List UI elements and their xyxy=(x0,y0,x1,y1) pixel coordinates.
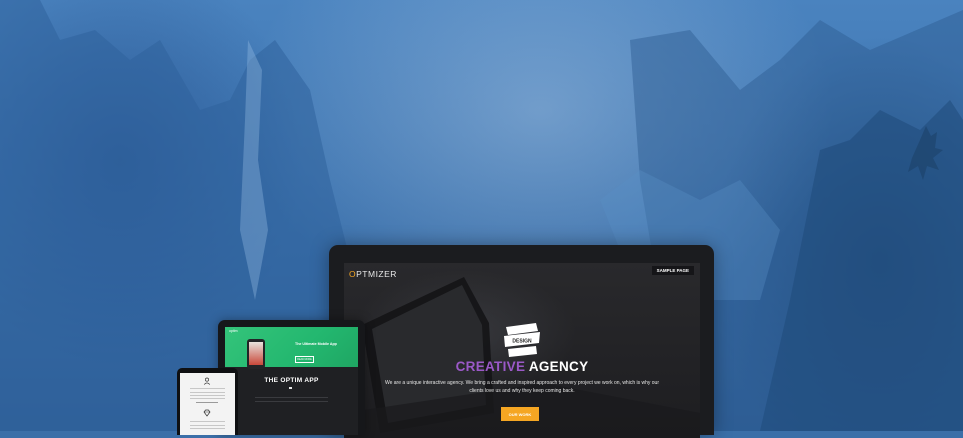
phone-in-hand-image xyxy=(247,339,265,369)
desktop-mockup: OPTMIZER SAMPLE PAGE DESIGN CREATIVE AGE… xyxy=(329,245,714,438)
user-icon xyxy=(203,377,211,385)
phone-separator xyxy=(196,402,218,403)
tablet-hero-section: optim The Ultimate Mobile App READ MORE xyxy=(225,327,358,369)
tablet-logo[interactable]: optim xyxy=(229,329,238,333)
phone-label-line xyxy=(190,388,225,389)
tablet-title-divider xyxy=(289,387,292,389)
phone-text-line xyxy=(190,395,225,396)
tablet-headline: The Ultimate Mobile App xyxy=(295,342,337,346)
hero-title-accent: CREATIVE xyxy=(455,359,526,374)
hero-title-rest: AGENCY xyxy=(528,359,589,374)
desktop-screen: OPTMIZER SAMPLE PAGE DESIGN CREATIVE AGE… xyxy=(344,263,700,438)
our-work-button[interactable]: OUR WORK xyxy=(501,407,539,421)
phone-text-line xyxy=(190,428,225,429)
tablet-headline-part1: The Ultimate xyxy=(295,342,317,346)
phone-screen xyxy=(180,373,235,435)
phone-mockup xyxy=(177,368,238,435)
phone-text-line xyxy=(190,398,225,399)
tablet-subheadline-placeholder xyxy=(295,347,296,351)
badge-text: DESIGN xyxy=(512,339,532,345)
diamond-icon xyxy=(203,409,211,417)
phone-label-line xyxy=(190,421,225,422)
tablet-text-line xyxy=(255,401,328,402)
logo-text: PTMIZER xyxy=(356,269,397,279)
tablet-headline-bold: Mobile xyxy=(317,342,329,346)
hero-description: We are a unique interactive agency. We b… xyxy=(384,380,660,394)
tablet-text-line xyxy=(255,397,328,398)
sample-page-button[interactable]: SAMPLE PAGE xyxy=(651,266,694,275)
tablet-mockup: optim The Ultimate Mobile App READ MORE … xyxy=(218,320,365,435)
design-ribbon-badge: DESIGN xyxy=(504,323,540,357)
site-logo[interactable]: OPTMIZER xyxy=(349,269,397,279)
phone-text-line xyxy=(190,425,225,426)
phone-text-line xyxy=(190,392,225,393)
hero-title: CREATIVE AGENCY xyxy=(344,359,700,374)
tablet-section-title: THE OPTIM APP xyxy=(264,377,319,384)
tablet-screen: optim The Ultimate Mobile App READ MORE … xyxy=(225,327,358,435)
tablet-headline-part2: App xyxy=(329,342,337,346)
tablet-read-more-button[interactable]: READ MORE xyxy=(295,356,314,363)
